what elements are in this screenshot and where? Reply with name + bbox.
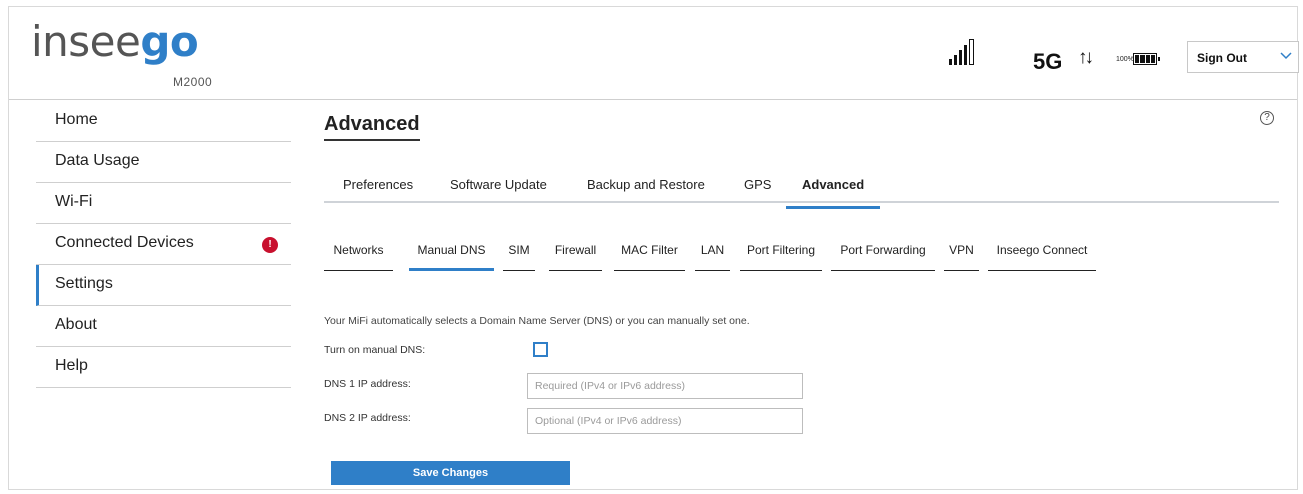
brand-suffix: go — [140, 17, 199, 66]
sidebar-item-label: Help — [55, 357, 88, 374]
device-model: M2000 — [173, 75, 213, 89]
chevron-down-icon — [1280, 52, 1292, 60]
subtab-port-forwarding[interactable]: Port Forwarding — [831, 243, 935, 271]
sidebar-item-label: Wi-Fi — [55, 193, 93, 210]
sidebar-item-about[interactable]: About — [36, 306, 291, 347]
tab-preferences[interactable]: Preferences — [343, 177, 413, 206]
tab-software-update[interactable]: Software Update — [450, 177, 547, 206]
sidebar-nav: Home Data Usage Wi-Fi Connected Devices … — [36, 101, 291, 388]
save-changes-button[interactable]: Save Changes — [331, 461, 570, 485]
network-type: 5G — [1033, 49, 1063, 74]
subtab-inseego-connect[interactable]: Inseego Connect — [988, 243, 1096, 271]
dns1-label: DNS 1 IP address: — [324, 378, 411, 390]
manual-dns-checkbox[interactable] — [533, 342, 548, 357]
help-icon[interactable]: ? — [1260, 111, 1274, 125]
subtab-mac-filter[interactable]: MAC Filter — [614, 243, 685, 271]
tab-backup-restore[interactable]: Backup and Restore — [587, 177, 705, 206]
dns2-label: DNS 2 IP address: — [324, 412, 411, 424]
subtab-lan[interactable]: LAN — [695, 243, 730, 271]
subtab-networks[interactable]: Networks — [324, 243, 393, 271]
subtab-firewall[interactable]: Firewall — [549, 243, 602, 271]
sidebar-item-label: Home — [55, 111, 98, 128]
tab-advanced[interactable]: Advanced — [786, 177, 881, 209]
manual-dns-label: Turn on manual DNS: — [324, 344, 426, 356]
subtab-port-filtering[interactable]: Port Filtering — [740, 243, 822, 271]
data-activity-icon: ↑↓ — [1078, 47, 1094, 68]
sidebar-item-connected-devices[interactable]: Connected Devices ! — [36, 224, 291, 265]
sign-out-label: Sign Out — [1197, 51, 1247, 65]
settings-tabs: Preferences Software Update Backup and R… — [324, 159, 1279, 209]
alert-badge: ! — [262, 237, 278, 253]
sidebar-item-settings[interactable]: Settings — [36, 265, 291, 306]
app-frame: inseego M2000 5G ↑↓ 100% Sign Out Home D… — [8, 6, 1299, 490]
battery-percent: 100% — [1116, 56, 1134, 63]
dns1-input[interactable] — [527, 373, 803, 399]
advanced-subtabs: Networks Manual DNS SIM Firewall MAC Fil… — [324, 231, 1124, 273]
battery-full-icon — [1133, 53, 1160, 65]
inseego-logo: inseego M2000 — [31, 17, 212, 89]
sidebar-item-label: Connected Devices — [55, 234, 194, 251]
header: inseego M2000 5G ↑↓ 100% Sign Out — [9, 7, 1299, 100]
sidebar-item-label: Settings — [55, 275, 113, 292]
dns2-input[interactable] — [527, 408, 803, 434]
sidebar-item-home[interactable]: Home — [36, 101, 291, 142]
subtab-sim[interactable]: SIM — [503, 243, 535, 271]
tab-gps[interactable]: GPS — [744, 177, 771, 206]
brand-prefix: insee — [31, 17, 141, 66]
brand-wordmark: inseego — [31, 17, 199, 67]
sign-out-dropdown[interactable]: Sign Out — [1187, 41, 1299, 73]
sidebar-item-wifi[interactable]: Wi-Fi — [36, 183, 291, 224]
dns-description: Your MiFi automatically selects a Domain… — [324, 315, 750, 327]
sidebar-item-label: Data Usage — [55, 152, 140, 169]
subtab-vpn[interactable]: VPN — [944, 243, 979, 271]
sidebar-item-data-usage[interactable]: Data Usage — [36, 142, 291, 183]
sidebar-item-label: About — [55, 316, 97, 333]
sidebar-item-help[interactable]: Help — [36, 347, 291, 388]
subtab-manual-dns[interactable]: Manual DNS — [409, 243, 494, 271]
signal-bars-icon — [949, 39, 975, 65]
page-title: Advanced — [324, 113, 420, 141]
